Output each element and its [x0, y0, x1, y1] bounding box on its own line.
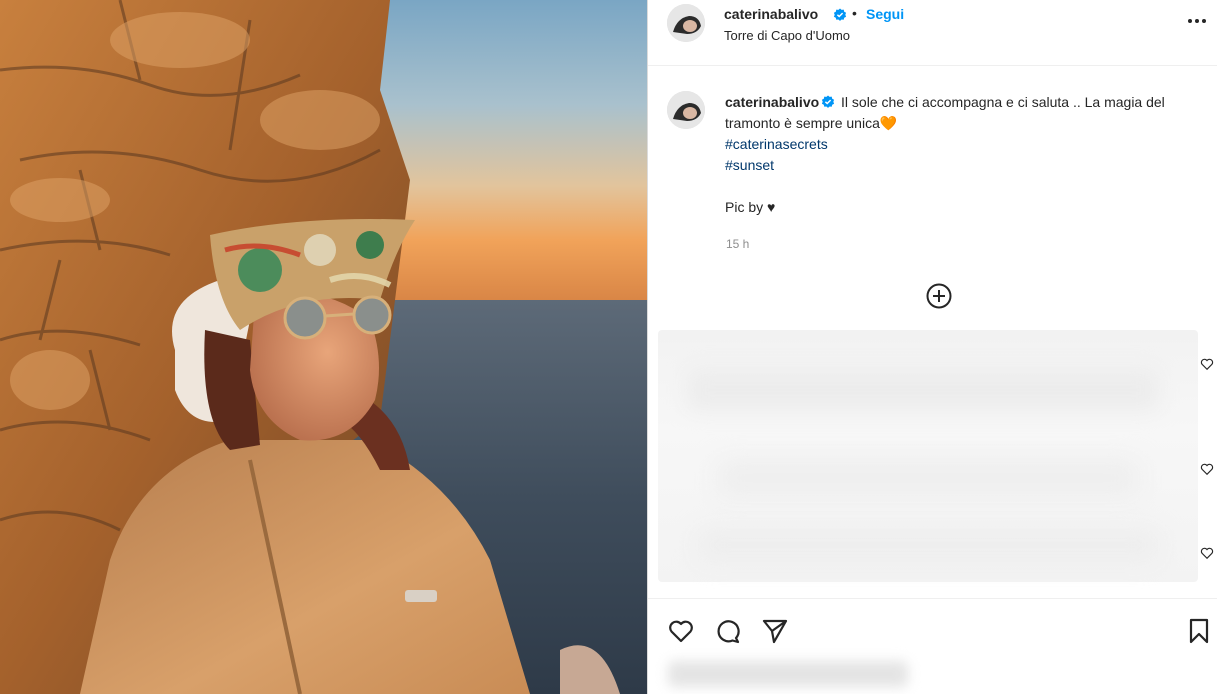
- likes-count-blurred: [668, 661, 908, 687]
- blurred-comment: [688, 370, 1158, 410]
- plus-circle-icon[interactable]: [925, 282, 953, 310]
- heart-outline-icon[interactable]: [1200, 357, 1214, 371]
- heart-outline-icon[interactable]: [667, 617, 695, 645]
- blurred-comment: [718, 460, 1138, 496]
- blurred-comment: [698, 530, 1158, 560]
- post-header: caterinabalivo • Segui Torre di Capo d'U…: [648, 0, 1217, 66]
- location-link[interactable]: Torre di Capo d'Uomo: [724, 28, 850, 43]
- verified-badge-icon: [822, 95, 835, 108]
- pic-by-text: Pic by ♥: [725, 199, 776, 215]
- hashtag-link[interactable]: #sunset: [725, 155, 1205, 176]
- verified-badge-icon: [833, 8, 847, 21]
- action-bar: [648, 598, 1217, 694]
- post-timestamp[interactable]: 15 h: [726, 237, 749, 251]
- comments-list: [658, 330, 1198, 582]
- caption-avatar[interactable]: [667, 91, 705, 129]
- more-horizontal-icon[interactable]: [1186, 10, 1208, 32]
- post-photo[interactable]: [0, 0, 647, 694]
- heart-outline-icon[interactable]: [1200, 462, 1214, 476]
- post-panel: caterinabalivo • Segui Torre di Capo d'U…: [648, 0, 1217, 694]
- username[interactable]: caterinabalivo: [724, 6, 818, 22]
- follow-button[interactable]: Segui: [866, 6, 904, 22]
- caption-text: caterinabalivo Il sole che ci accompagna…: [725, 92, 1205, 218]
- orange-heart-emoji: 🧡: [879, 115, 898, 131]
- comment-icon[interactable]: [714, 617, 742, 645]
- hashtag-link[interactable]: #caterinasecrets: [725, 134, 1205, 155]
- caption-username[interactable]: caterinabalivo: [725, 94, 819, 110]
- send-icon[interactable]: [761, 617, 789, 645]
- heart-outline-icon[interactable]: [1200, 546, 1214, 560]
- avatar[interactable]: [667, 4, 705, 42]
- separator-dot: •: [852, 5, 857, 21]
- bookmark-icon[interactable]: [1185, 617, 1213, 645]
